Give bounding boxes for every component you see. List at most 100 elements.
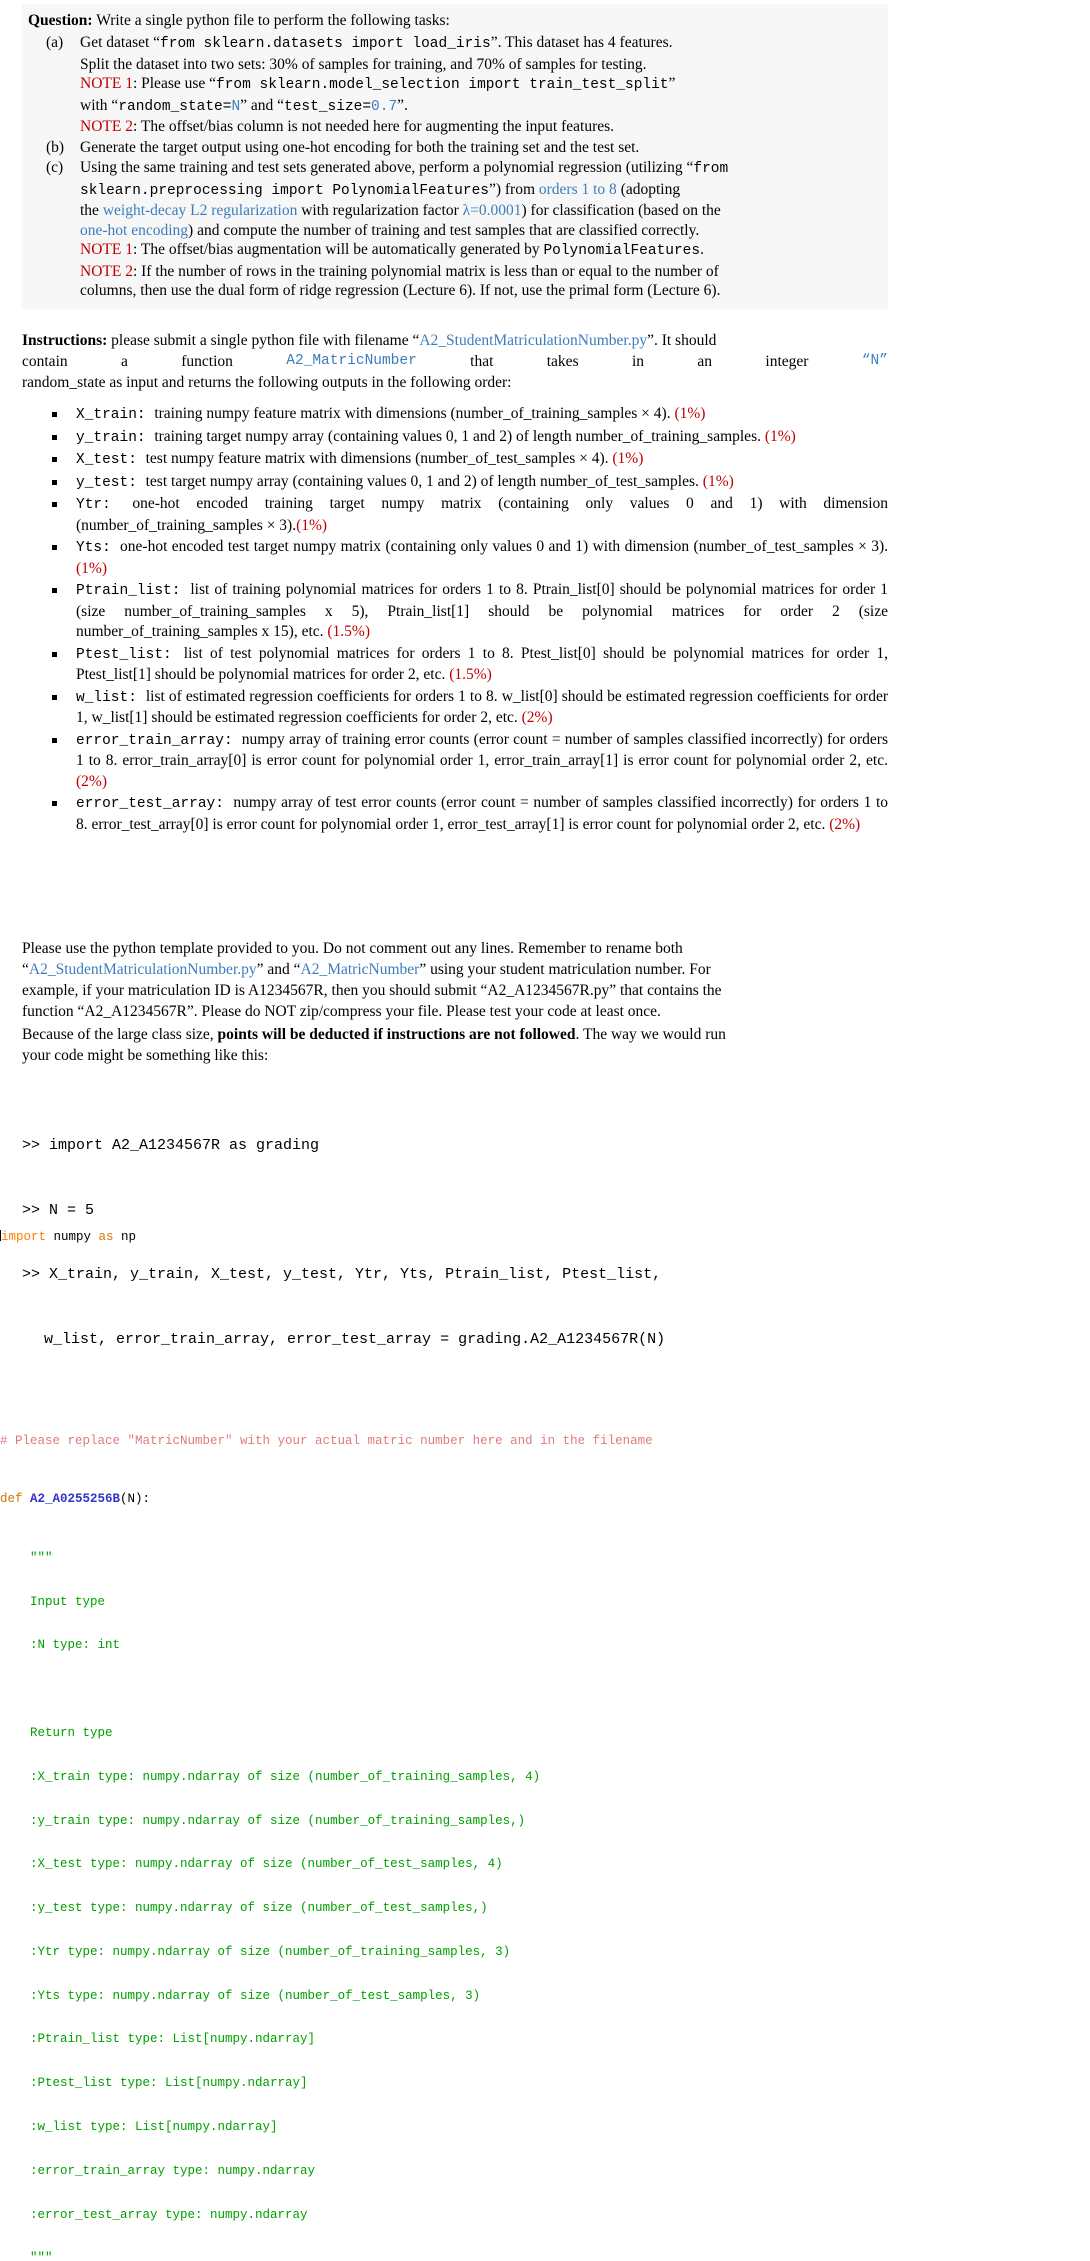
note1-code-a: from sklearn.model_selection import trai… xyxy=(216,77,669,93)
filename-link: A2_StudentMatriculationNumber.py xyxy=(419,332,648,349)
output-sep: : xyxy=(128,689,146,706)
output-sep xyxy=(111,497,133,513)
item-a-note1b: with “random_state=N” and “test_size=0.7… xyxy=(80,96,882,118)
output-desc: training numpy feature matrix with dimen… xyxy=(154,405,675,422)
keyword-def: def xyxy=(0,1492,23,1507)
item-c-line2: sklearn.preprocessing import PolynomialF… xyxy=(80,180,882,202)
instructions-line1: Instructions: please submit a single pyt… xyxy=(22,330,888,351)
output-name: error_test_array xyxy=(76,796,216,812)
code-line-doc-ytest: :y_test type: numpy.ndarray of size (num… xyxy=(0,1901,1090,1916)
output-pct: (1%) xyxy=(702,472,734,490)
list-item: w_list: list of estimated regression coe… xyxy=(22,687,888,729)
note2-text-a: : The offset/bias column is not needed h… xyxy=(132,118,615,135)
question-item-b: (b) Generate the target output using one… xyxy=(28,138,882,158)
output-name: y_train: xyxy=(76,429,146,446)
output-name: y_test: xyxy=(76,474,137,491)
rename-l2-mid: ” and “ xyxy=(256,961,301,978)
output-sep: : xyxy=(223,732,242,749)
note2-l1-c: : If the number of rows in the training … xyxy=(132,262,719,280)
filename-link-2: A2_StudentMatriculationNumber.py xyxy=(28,961,257,978)
rename-line2: “A2_StudentMatriculationNumber.py” and “… xyxy=(22,959,888,980)
output-pct: (1%) xyxy=(612,450,644,467)
instructions-t1: please submit a single python file with … xyxy=(107,332,420,349)
code-line-doc-xtrain: :X_train type: numpy.ndarray of size (nu… xyxy=(0,1770,1090,1785)
instructions-line2: contain a function A2_MatricNumber that … xyxy=(22,351,888,372)
l2-regularization-link: weight-decay L2 regularization xyxy=(102,202,298,219)
item-c-line4: one-hot encoding) and compute the number… xyxy=(80,221,882,241)
code-line-doc-ptest: :Ptest_list type: List[numpy.ndarray] xyxy=(0,2076,1090,2091)
note1-post-c: . xyxy=(700,241,704,258)
note1b-code-value: N xyxy=(231,98,241,115)
item-c-l1: Using the same training and test sets ge… xyxy=(80,159,694,176)
note1b-code2-value: 0.7 xyxy=(371,98,398,115)
note1b-pre: with “ xyxy=(80,96,119,114)
output-pct: (1%) xyxy=(76,559,107,577)
code-line-def: def A2_A0255256B(N): xyxy=(0,1492,1090,1507)
output-name: Ptrain_list: xyxy=(76,583,181,599)
code-line-docstring-open: """ xyxy=(0,1551,1090,1566)
output-name: Yts: xyxy=(76,540,111,556)
module-numpy: numpy xyxy=(46,1229,99,1244)
code-line-docstring-close: """ xyxy=(0,2251,1090,2261)
code-line-doc-return: Return type xyxy=(0,1726,1090,1741)
output-desc: test numpy feature matrix with dimension… xyxy=(145,450,613,467)
instr-word-contain: contain xyxy=(22,353,68,370)
deduction-paragraph: Because of the large class size, points … xyxy=(22,1024,888,1066)
output-name: X_train xyxy=(76,407,137,423)
item-a-line1-code: from sklearn.datasets import load_iris xyxy=(160,36,491,52)
item-marker-b: (b) xyxy=(46,138,65,156)
doc-ptrain-type: :Ptrain_list type: List[numpy.ndarray] xyxy=(30,2032,316,2047)
item-b-text: Generate the target output using one-hot… xyxy=(80,138,640,156)
console-line-1: >> import A2_A1234567R as grading xyxy=(22,1137,320,1154)
output-pct: (2%) xyxy=(829,815,861,833)
doc-ytrain-type: :y_train type: numpy.ndarray of size (nu… xyxy=(30,1813,526,1828)
docstring-close-quotes: """ xyxy=(30,2251,53,2261)
output-pct: (1%) xyxy=(296,516,328,534)
note1-pre-c: : The offset/bias augmentation will be a… xyxy=(132,241,544,258)
output-name: w_list xyxy=(76,689,129,706)
doc-yts-type: :Yts type: numpy.ndarray of size (number… xyxy=(30,1988,481,2003)
code-line-comment-matric: # Please replace "MatricNumber" with you… xyxy=(0,1434,653,1449)
item-a-line2: Split the dataset into two sets: 30% of … xyxy=(80,55,647,73)
deduction-line1: Because of the large class size, points … xyxy=(22,1024,888,1045)
deduction-bold: points will be deducted if instructions … xyxy=(217,1026,576,1043)
question-item-list: (a) Get dataset “from sklearn.datasets i… xyxy=(28,33,882,301)
instructions-t2: ”. It should xyxy=(647,332,717,349)
python-code-editor[interactable]: import numpy as np # Please replace "Mat… xyxy=(0,1186,1090,2261)
lambda-value: λ=0.0001 xyxy=(462,202,522,219)
output-desc: test target numpy array (containing valu… xyxy=(145,472,703,490)
output-name: Ytr: xyxy=(76,497,111,513)
output-name: Ptest_list: xyxy=(76,646,172,663)
question-item-a: (a) Get dataset “from sklearn.datasets i… xyxy=(28,33,882,137)
output-sep xyxy=(172,647,184,663)
question-block: Question: Write a single python file to … xyxy=(22,4,888,309)
deduction-line2: your code might be something like this: xyxy=(22,1047,269,1064)
item-c-line1: Using the same training and test sets ge… xyxy=(80,158,882,180)
code-line-doc-wlist: :w_list type: List[numpy.ndarray] xyxy=(0,2120,1090,2135)
question-intro: Write a single python file to perform th… xyxy=(96,12,450,29)
list-item: y_test: test target numpy array (contain… xyxy=(22,472,888,494)
list-item: Yts: one-hot encoded test target numpy m… xyxy=(22,537,888,579)
item-a-note2: NOTE 2: The offset/bias column is not ne… xyxy=(80,117,882,137)
list-item: X_train: training numpy feature matrix w… xyxy=(22,404,888,426)
rename-l2-pre: “ xyxy=(22,961,29,978)
list-item: Ptest_list: list of test polynomial matr… xyxy=(22,644,888,686)
keyword-import: import xyxy=(1,1229,47,1244)
outputs-list: X_train: training numpy feature matrix w… xyxy=(22,404,888,836)
output-sep: : xyxy=(128,452,146,468)
item-c-l3-mid: with regularization factor xyxy=(297,202,463,219)
deduction-t2: . The way we would run xyxy=(575,1026,726,1043)
rename-line4: function “A2_A1234567R”. Please do NOT z… xyxy=(22,1003,661,1020)
instr-word-integer: integer xyxy=(765,353,809,370)
function-args: (N): xyxy=(120,1492,151,1507)
list-item: error_test_array: numpy array of test er… xyxy=(22,793,888,835)
item-a-note1: NOTE 1: Please use “from sklearn.model_s… xyxy=(80,74,882,96)
code-line-doc-xtest: :X_test type: numpy.ndarray of size (num… xyxy=(0,1857,1090,1872)
output-pct: (2%) xyxy=(76,772,107,790)
note1b-mid: ” and “ xyxy=(240,96,285,114)
output-desc: one-hot encoded training target numpy ma… xyxy=(76,495,889,534)
item-c-l2-tail: (adopting xyxy=(616,180,681,198)
